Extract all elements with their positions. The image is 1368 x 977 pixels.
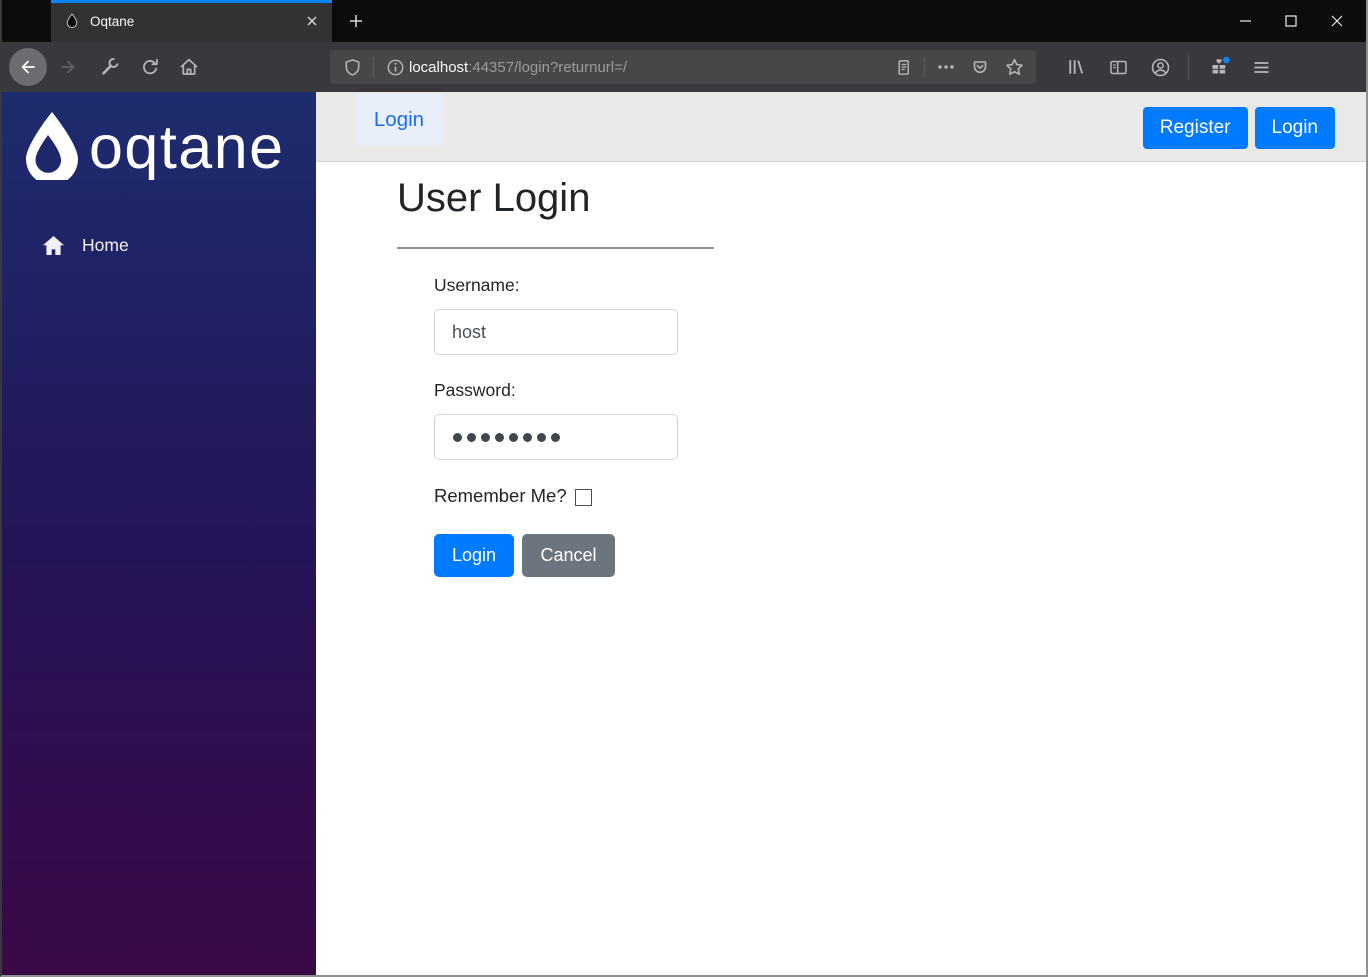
star-icon [1005,58,1023,75]
minimize-button[interactable] [1222,0,1268,42]
reader-mode-button[interactable] [891,55,915,79]
main-panel: Login Register Login User Login Username… [316,92,1366,975]
toolbar-separator [1188,54,1189,80]
navigation-toolbar: localhost:44357/login?returnurl=/ [2,42,1366,92]
minimize-icon [1239,20,1251,22]
home-button[interactable] [177,55,201,79]
page-actions-button[interactable] [934,55,958,79]
url-bar[interactable]: localhost:44357/login?returnurl=/ [330,50,1036,84]
header-login-button[interactable]: Login [1254,107,1335,149]
titlebar: Oqtane [2,0,1366,42]
login-button[interactable]: Login [434,534,514,577]
title-divider [397,247,714,249]
browser-tab[interactable]: Oqtane [51,0,332,42]
close-window-button[interactable] [1314,0,1360,42]
remember-me-row: Remember Me? [434,485,1366,507]
notification-dot [1222,56,1229,64]
account-button[interactable] [1148,55,1172,79]
bookmark-star-button[interactable] [1002,55,1026,79]
back-button[interactable] [9,48,47,86]
urlbar-separator [924,57,925,77]
url-text[interactable]: localhost:44357/login?returnurl=/ [409,59,885,76]
page-tools-button[interactable] [98,55,122,79]
username-label: Username: [434,275,520,295]
sidebar-icon [1109,60,1127,74]
cancel-button[interactable]: Cancel [522,534,615,577]
home-icon [180,58,198,75]
username-input[interactable] [434,309,678,355]
whats-new-button[interactable] [1207,55,1231,79]
register-button[interactable]: Register [1142,107,1248,149]
login-form: Username: Password: Remember Me? [434,275,1366,577]
plus-icon [350,15,362,27]
window-controls [1222,0,1360,42]
brand-wordmark: oqtane [89,113,285,180]
password-field-group: Password: [434,380,1366,460]
sidebar-toggle-button[interactable] [1106,55,1130,79]
oqtane-logo[interactable]: oqtane [18,112,304,185]
sidebar-item-home[interactable]: Home [2,235,316,256]
maximize-button[interactable] [1268,0,1314,42]
forward-arrow-icon [61,60,75,74]
account-person-icon [1151,58,1169,76]
header-buttons: Register Login [1142,107,1335,149]
login-module: User Login Username: Password: Rem [316,162,1366,577]
browser-window: Oqtane localhost:44357/login?returnurl=/… [0,0,1368,977]
page-content: oqtane Home Login Register Login User Lo… [2,92,1366,975]
password-label: Password: [434,380,516,400]
form-buttons: Login Cancel [434,534,1366,577]
new-tab-button[interactable] [338,0,374,42]
tracking-protection-shield-icon[interactable] [340,55,364,79]
pocket-button[interactable] [968,55,992,79]
reload-button[interactable] [138,55,162,79]
url-path: :44357/login?returnurl=/ [468,58,628,76]
forward-button[interactable] [56,55,80,79]
droplet-logo-mark [26,112,78,185]
pocket-icon [973,61,987,74]
ellipsis-icon [938,65,954,69]
wrench-icon [102,57,121,75]
tab-favicon-droplet-icon [64,13,80,29]
remember-me-checkbox[interactable] [574,488,592,506]
tab-title: Oqtane [90,13,135,29]
gift-icon [1212,56,1229,74]
back-arrow-icon [21,60,35,74]
tab-close-icon[interactable] [302,11,322,31]
sidebar-item-label: Home [82,235,129,255]
site-sidebar: oqtane Home [2,92,316,975]
site-info-icon[interactable] [383,55,407,79]
password-dots [453,432,560,442]
home-icon [42,235,65,256]
breadcrumb-login-link[interactable]: Login [355,94,443,145]
library-button[interactable] [1064,55,1088,79]
library-icon [1069,60,1084,74]
username-field-group: Username: [434,275,1366,355]
url-host: localhost [409,58,469,76]
page-title: User Login [397,176,591,220]
maximize-icon [1285,15,1297,27]
toolbar-right-icons [1052,54,1273,80]
password-input[interactable] [434,414,678,460]
urlbar-separator [373,57,374,77]
close-icon [1331,15,1343,27]
hamburger-icon [1254,61,1268,73]
menu-button[interactable] [1249,55,1273,79]
remember-me-label: Remember Me? [434,485,567,506]
site-header: Login Register Login [316,92,1366,162]
refresh-icon [143,58,158,75]
